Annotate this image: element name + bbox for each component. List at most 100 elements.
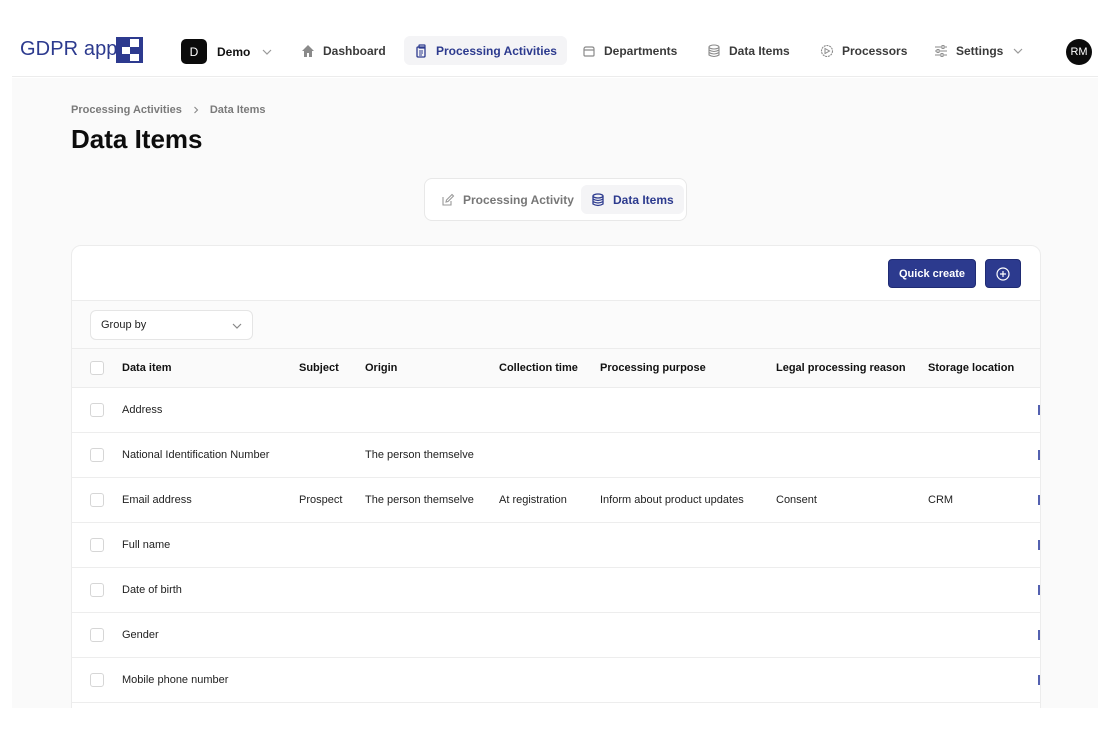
nav-item-departments[interactable]: Departments bbox=[572, 36, 687, 65]
brand[interactable]: GDPR app bbox=[20, 37, 143, 63]
column-header[interactable]: Data item bbox=[122, 349, 299, 387]
nav-item-label: Dashboard bbox=[323, 43, 386, 58]
nav-item-settings[interactable]: Settings bbox=[924, 36, 1033, 65]
nav-item-processing-activities[interactable]: Processing Activities bbox=[404, 36, 567, 65]
quick-create-button[interactable]: Quick create bbox=[888, 259, 977, 288]
row-checkbox[interactable] bbox=[90, 537, 104, 552]
row-checkbox[interactable] bbox=[90, 447, 104, 462]
org-avatar: D bbox=[181, 39, 207, 64]
nav-item-label: Departments bbox=[604, 43, 678, 58]
cell-processing-purpose bbox=[600, 432, 776, 477]
row-actions-cell bbox=[1038, 477, 1040, 522]
cell-data-item: National Identification Number bbox=[122, 448, 270, 461]
select-all-checkbox[interactable] bbox=[90, 360, 104, 375]
tab-data-items[interactable]: Data Items bbox=[581, 185, 684, 214]
nav-item-processors[interactable]: Processors bbox=[810, 36, 917, 65]
breadcrumb-current: Data Items bbox=[209, 104, 266, 116]
data-items-table: Data item Subject Origin Collection time… bbox=[72, 349, 1040, 703]
cell-processing-purpose: Inform about product updates bbox=[600, 493, 744, 506]
column-header[interactable]: Origin bbox=[365, 349, 499, 387]
cell-collection-time bbox=[499, 522, 600, 567]
cell-processing-purpose bbox=[600, 522, 776, 567]
chevron-down-icon bbox=[1013, 48, 1023, 54]
group-by-select[interactable]: Group by bbox=[90, 310, 253, 340]
user-avatar[interactable]: RM bbox=[1066, 39, 1092, 65]
tab-processing-activity[interactable]: Processing Activity bbox=[431, 185, 584, 214]
column-header[interactable]: Legal processing reason bbox=[776, 349, 928, 387]
row-action-link[interactable] bbox=[1038, 674, 1040, 685]
column-header[interactable]: Subject bbox=[299, 349, 365, 387]
column-header[interactable]: Processing purpose bbox=[600, 349, 776, 387]
table-row[interactable]: National Identification Number The person… bbox=[72, 432, 1040, 477]
card-toolbar: Quick create bbox=[72, 246, 1040, 301]
cell-storage-location bbox=[928, 387, 1038, 432]
plus-circle-icon bbox=[996, 266, 1010, 281]
cell-legal-reason bbox=[776, 522, 928, 567]
cell-legal-reason bbox=[776, 387, 928, 432]
home-icon bbox=[301, 44, 315, 58]
top-navigation: GDPR app D Demo Dashboard Processing Act… bbox=[12, 26, 1098, 77]
cell-origin bbox=[365, 657, 499, 702]
cell-storage-location bbox=[928, 657, 1038, 702]
org-switcher[interactable]: D Demo bbox=[181, 39, 272, 64]
column-header[interactable]: Storage location bbox=[928, 349, 1038, 387]
cell-collection-time: At registration bbox=[499, 493, 567, 506]
row-checkbox[interactable] bbox=[90, 672, 104, 687]
row-action-link[interactable] bbox=[1038, 494, 1040, 505]
cpu-icon bbox=[820, 44, 834, 58]
cell-subject: Prospect bbox=[299, 493, 343, 506]
cell-processing-purpose bbox=[600, 612, 776, 657]
cell-storage-location bbox=[928, 567, 1038, 612]
row-checkbox[interactable] bbox=[90, 402, 104, 417]
row-select-cell bbox=[72, 522, 122, 567]
page-title: Data Items bbox=[71, 124, 203, 154]
breadcrumb: Processing Activities Data Items bbox=[71, 104, 266, 116]
nav-item-dashboard[interactable]: Dashboard bbox=[291, 36, 396, 65]
row-actions-cell bbox=[1038, 567, 1040, 612]
cell-processing-purpose bbox=[600, 567, 776, 612]
pencil-icon bbox=[441, 193, 455, 207]
database-icon bbox=[591, 192, 605, 207]
row-action-link[interactable] bbox=[1038, 629, 1040, 640]
row-action-link[interactable] bbox=[1038, 404, 1040, 415]
nav-item-data-items[interactable]: Data Items bbox=[697, 36, 800, 65]
cell-legal-reason bbox=[776, 612, 928, 657]
column-header[interactable]: Collection time bbox=[499, 349, 600, 387]
cell-origin bbox=[365, 612, 499, 657]
table-row[interactable]: Mobile phone number bbox=[72, 657, 1040, 702]
org-name: Demo bbox=[217, 44, 251, 59]
brand-logo-icon bbox=[116, 37, 143, 63]
table-row[interactable]: Full name bbox=[72, 522, 1040, 567]
cell-storage-location bbox=[928, 522, 1038, 567]
row-action-link[interactable] bbox=[1038, 449, 1040, 460]
chevron-right-icon bbox=[192, 106, 200, 114]
cell-data-item: Email address bbox=[122, 493, 192, 506]
table-row[interactable]: Address bbox=[72, 387, 1040, 432]
row-actions-cell bbox=[1038, 522, 1040, 567]
cell-collection-time bbox=[499, 612, 600, 657]
table-row[interactable]: Gender bbox=[72, 612, 1040, 657]
view-switcher: Processing Activity Data Items bbox=[424, 178, 687, 221]
row-select-cell bbox=[72, 612, 122, 657]
cell-data-item: Date of birth bbox=[122, 583, 182, 596]
breadcrumb-parent-link[interactable]: Processing Activities bbox=[71, 104, 182, 116]
cell-subject bbox=[299, 387, 365, 432]
row-actions-cell bbox=[1038, 657, 1040, 702]
row-checkbox[interactable] bbox=[90, 492, 104, 507]
cell-origin bbox=[365, 567, 499, 612]
row-checkbox[interactable] bbox=[90, 582, 104, 597]
cell-data-item: Mobile phone number bbox=[122, 673, 229, 686]
table-row[interactable]: Date of birth bbox=[72, 567, 1040, 612]
nav-item-label: Processing Activities bbox=[436, 43, 557, 58]
row-action-link[interactable] bbox=[1038, 539, 1040, 550]
row-checkbox[interactable] bbox=[90, 627, 104, 642]
add-button[interactable] bbox=[985, 259, 1021, 288]
chevron-down-icon bbox=[232, 323, 242, 329]
nav-item-label: Data Items bbox=[729, 43, 790, 58]
cell-subject bbox=[299, 612, 365, 657]
table-row[interactable]: Email address Prospect The person themselv… bbox=[72, 477, 1040, 522]
chevron-down-icon bbox=[262, 49, 272, 55]
row-actions-cell bbox=[1038, 387, 1040, 432]
row-action-link[interactable] bbox=[1038, 584, 1040, 595]
cell-legal-reason bbox=[776, 567, 928, 612]
